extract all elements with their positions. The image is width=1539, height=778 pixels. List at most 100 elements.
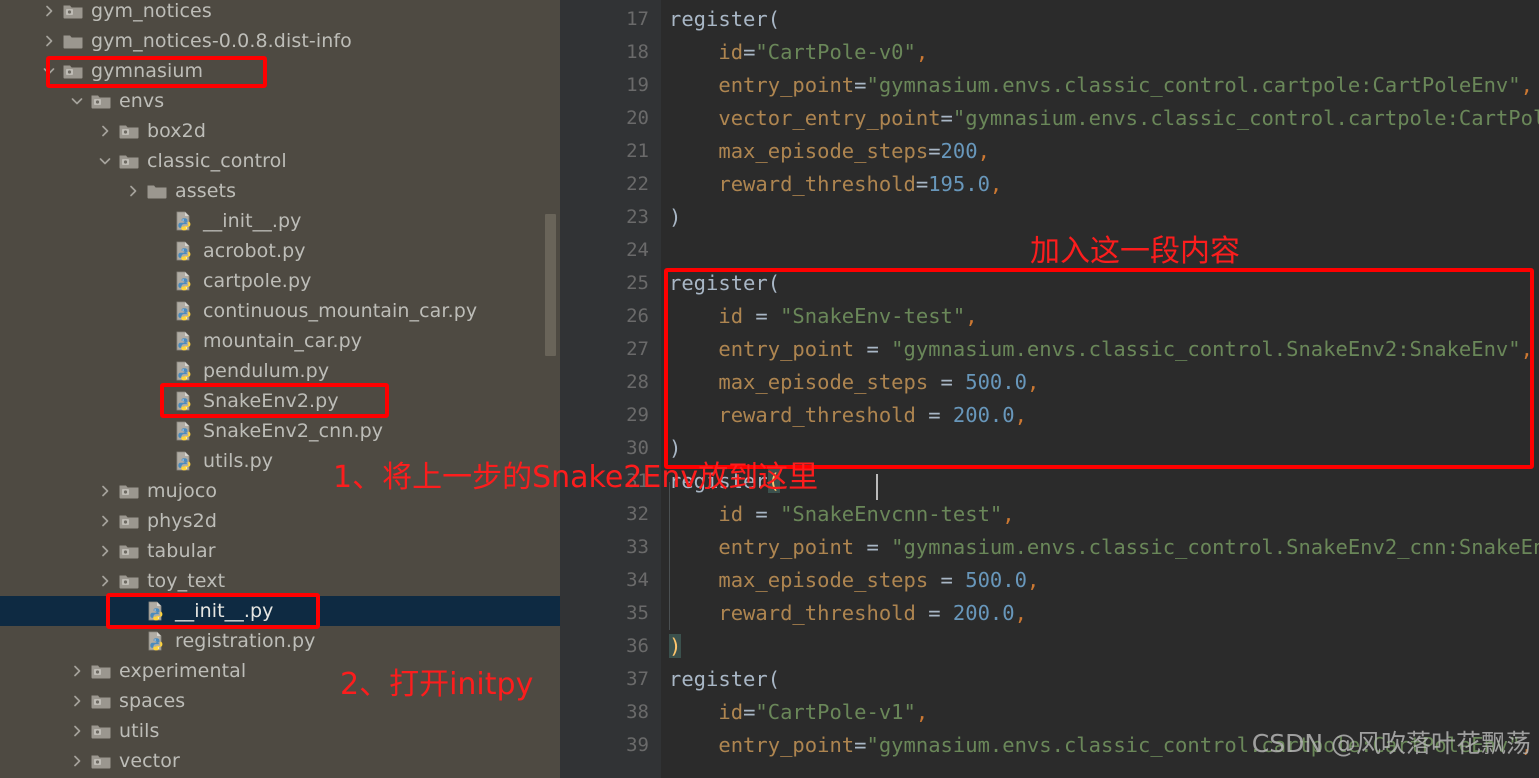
tree-row[interactable]: registration.py — [0, 626, 560, 656]
code-line[interactable]: entry_point="gymnasium.envs.classic_cont… — [669, 74, 1533, 96]
line-number: 28 — [626, 371, 649, 393]
code-line[interactable]: entry_point = "gymnasium.envs.classic_co… — [669, 536, 1539, 558]
tree-row-label: gym_notices-0.0.8.dist-info — [91, 30, 352, 52]
code-line[interactable]: reward_threshold = 200.0, — [669, 404, 1027, 426]
tree-row[interactable]: __init__.py — [0, 206, 560, 236]
tree-row-label: SnakeEnv2.py — [203, 390, 339, 412]
python-file-icon — [174, 271, 196, 291]
code-token: reward_threshold — [718, 172, 916, 196]
tree-row[interactable]: tabular — [0, 536, 560, 566]
tree-row[interactable]: continuous_mountain_car.py — [0, 296, 560, 326]
tree-row[interactable]: cartpole.py — [0, 266, 560, 296]
code-line[interactable]: max_episode_steps = 500.0, — [669, 569, 1039, 591]
tree-row[interactable]: SnakeEnv2_cnn.py — [0, 416, 560, 446]
tree-row-label: __init__.py — [175, 600, 274, 622]
tree-row[interactable]: acrobot.py — [0, 236, 560, 266]
code-line[interactable]: id="CartPole-v1", — [669, 701, 928, 723]
code-token: = — [854, 73, 867, 97]
line-number: 33 — [626, 536, 649, 558]
chevron-right-icon[interactable] — [68, 722, 86, 740]
code-line[interactable]: ) — [669, 206, 681, 228]
tree-row[interactable]: utils — [0, 716, 560, 746]
code-token: ( — [767, 667, 781, 691]
chevron-right-icon[interactable] — [96, 482, 114, 500]
tree-row[interactable]: gym_notices — [0, 0, 560, 26]
chevron-right-icon[interactable] — [96, 512, 114, 530]
code-token: = — [915, 172, 929, 196]
editor-code-area[interactable]: register( id="CartPole-v0", entry_point=… — [661, 0, 1539, 778]
code-token: "gymnasium.envs.classic_control.SnakeEnv… — [891, 535, 1539, 559]
code-token: , — [1014, 403, 1027, 427]
chevron-right-icon[interactable] — [124, 182, 142, 200]
line-number: 27 — [626, 338, 649, 360]
chevron-right-icon[interactable] — [96, 122, 114, 140]
code-token: , — [1014, 601, 1027, 625]
code-line[interactable]: entry_point = "gymnasium.envs.classic_co… — [669, 338, 1533, 360]
code-line[interactable]: register( — [669, 668, 780, 690]
line-number: 20 — [626, 107, 649, 129]
chevron-right-icon[interactable] — [68, 692, 86, 710]
chevron-right-icon[interactable] — [96, 542, 114, 560]
code-line[interactable]: vector_entry_point="gymnasium.envs.class… — [669, 107, 1539, 129]
line-number: 19 — [626, 74, 649, 96]
tree-row-label: classic_control — [147, 150, 287, 172]
tree-row[interactable]: mountain_car.py — [0, 326, 560, 356]
module-folder-icon — [118, 151, 140, 171]
tree-row[interactable]: box2d — [0, 116, 560, 146]
chevron-right-icon[interactable] — [68, 662, 86, 680]
code-line[interactable]: id = "SnakeEnvcnn-test", — [669, 502, 1014, 526]
line-number: 29 — [626, 404, 649, 426]
code-token: ) — [669, 634, 682, 658]
chevron-right-icon[interactable] — [96, 572, 114, 590]
code-token: = — [915, 601, 953, 625]
tree-row[interactable]: classic_control — [0, 146, 560, 176]
code-line[interactable]: reward_threshold = 200.0, — [669, 602, 1027, 624]
chevron-down-icon[interactable] — [96, 152, 114, 170]
module-folder-icon — [118, 511, 140, 531]
tree-row[interactable]: SnakeEnv2.py — [0, 386, 560, 416]
code-editor[interactable]: 17 18 19 20 21 22 23 24 25 26 27 28 29 30 31 32 33 34 35 36… — [560, 0, 1539, 778]
code-line[interactable]: max_episode_steps=200, — [669, 140, 990, 162]
code-token: = — [928, 370, 966, 394]
chevron-right-icon[interactable] — [40, 2, 58, 20]
tree-row[interactable]: gym_notices-0.0.8.dist-info — [0, 26, 560, 56]
line-number: 21 — [626, 140, 649, 162]
chevron-right-icon[interactable] — [40, 32, 58, 50]
code-line[interactable]: max_episode_steps = 500.0, — [669, 371, 1039, 393]
code-line[interactable]: id = "SnakeEnv-test", — [669, 304, 977, 328]
code-line[interactable]: reward_threshold=195.0, — [669, 173, 1002, 195]
editor-line-number-gutter: 17 18 19 20 21 22 23 24 25 26 27 28 29 30 31 32 33 34 35 36… — [560, 0, 661, 778]
code-token: vector_entry_point — [718, 106, 941, 130]
code-token: ) — [669, 205, 682, 229]
tree-row[interactable]: vector — [0, 746, 560, 776]
line-number: 18 — [626, 41, 649, 63]
tree-row[interactable]: assets — [0, 176, 560, 206]
line-number: 35 — [626, 602, 649, 624]
tree-row-selected[interactable]: __init__.py — [0, 596, 560, 626]
tree-row[interactable]: envs — [0, 86, 560, 116]
python-file-icon — [174, 331, 196, 351]
chevron-right-icon[interactable] — [68, 752, 86, 770]
tree-row[interactable]: toy_text — [0, 566, 560, 596]
code-line[interactable]: ) — [669, 634, 682, 658]
module-folder-icon — [62, 61, 84, 81]
code-token: , — [1520, 73, 1533, 97]
tree-row-label: utils — [119, 720, 160, 742]
csdn-watermark: CSDN @风吹落叶花飘荡 — [1251, 729, 1531, 758]
chevron-down-icon[interactable] — [68, 92, 86, 110]
tree-row[interactable]: gymnasium — [0, 56, 560, 86]
tree-row-label: gymnasium — [91, 60, 204, 82]
code-line[interactable]: register( — [669, 8, 780, 30]
code-token: 195.0 — [928, 172, 990, 196]
tree-row-label: spaces — [119, 690, 186, 712]
code-line[interactable]: register( — [669, 272, 780, 294]
code-token: ( — [767, 271, 781, 295]
chevron-down-icon[interactable] — [40, 62, 58, 80]
tree-row[interactable]: phys2d — [0, 506, 560, 536]
code-token: = — [743, 304, 781, 328]
code-token: "SnakeEnv-test" — [780, 304, 966, 328]
code-line[interactable]: id="CartPole-v0", — [669, 41, 928, 63]
tree-row[interactable]: pendulum.py — [0, 356, 560, 386]
